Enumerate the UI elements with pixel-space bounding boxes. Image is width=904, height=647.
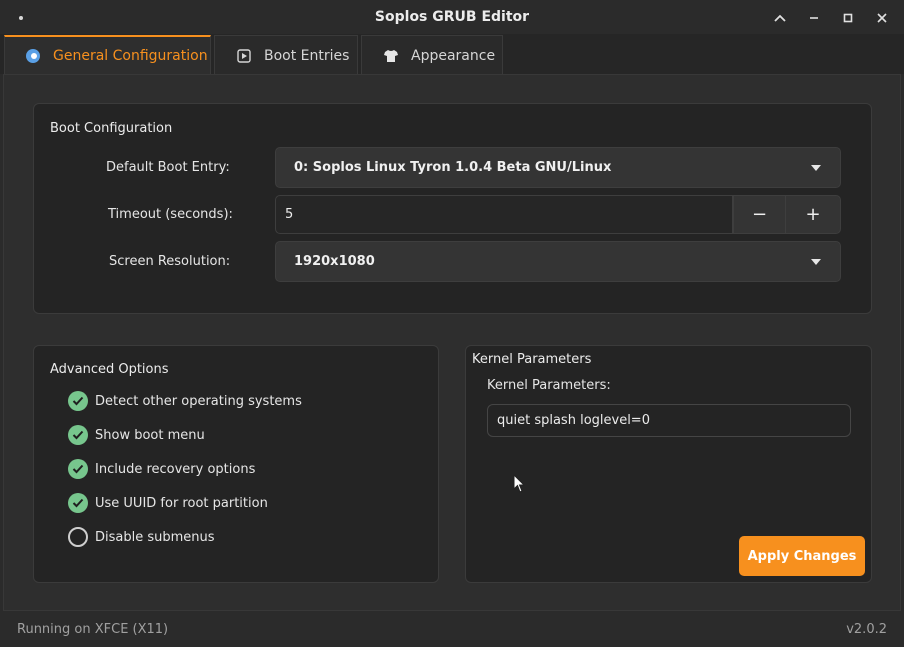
tab-bar: General Configuration Boot Entries Appea… <box>0 34 904 75</box>
timeout-value: 5 <box>285 207 294 222</box>
tab-label: Appearance <box>411 47 496 64</box>
kernel-parameters-input[interactable]: quiet splash loglevel=0 <box>487 404 851 437</box>
checkmark-icon <box>68 459 88 479</box>
chevron-up-icon[interactable] <box>770 8 790 28</box>
apply-changes-button[interactable]: Apply Changes <box>739 536 865 576</box>
minus-icon: − <box>751 204 768 225</box>
tab-label: Boot Entries <box>264 47 350 64</box>
check-label: Detect other operating systems <box>95 393 302 409</box>
dropdown-value: 0: Soplos Linux Tyron 1.0.4 Beta GNU/Lin… <box>294 160 612 175</box>
check-label: Show boot menu <box>95 427 205 443</box>
screen-resolution-dropdown[interactable]: 1920x1080 <box>275 241 841 282</box>
title-bar: Soplos GRUB Editor <box>0 0 904 36</box>
checkmark-icon <box>68 391 88 411</box>
screen-resolution-label: Screen Resolution: <box>109 254 231 269</box>
tab-content: Boot Configuration Default Boot Entry: 0… <box>3 74 901 611</box>
shirt-icon <box>383 48 399 64</box>
checkmark-icon <box>68 425 88 445</box>
dropdown-arrow-icon <box>811 258 821 265</box>
status-version: v2.0.2 <box>846 622 887 637</box>
toggle-icon <box>25 48 41 64</box>
plus-icon: + <box>805 204 821 225</box>
check-label: Include recovery options <box>95 461 256 477</box>
status-bar: Running on XFCE (X11) v2.0.2 <box>0 611 904 647</box>
timeout-input[interactable]: 5 <box>275 195 733 234</box>
tab-boot-entries[interactable]: Boot Entries <box>214 35 358 75</box>
tab-label: General Configuration <box>53 48 208 64</box>
unchecked-circle-icon <box>68 527 88 547</box>
tab-appearance[interactable]: Appearance <box>361 35 503 75</box>
timeout-decrement-button[interactable]: − <box>733 195 786 234</box>
dropdown-arrow-icon <box>811 164 821 171</box>
default-boot-entry-label: Default Boot Entry: <box>106 160 230 175</box>
button-label: Apply Changes <box>747 548 857 564</box>
panel-title: Boot Configuration <box>50 121 173 136</box>
boot-configuration-panel: Boot Configuration Default Boot Entry: 0… <box>33 103 872 314</box>
panel-title: Kernel Parameters <box>472 352 592 367</box>
timeout-increment-button[interactable]: + <box>785 195 841 234</box>
tab-general-configuration[interactable]: General Configuration <box>4 35 211 75</box>
check-show-boot-menu[interactable]: Show boot menu <box>68 424 205 446</box>
status-session: Running on XFCE (X11) <box>17 622 169 637</box>
window-title: Soplos GRUB Editor <box>374 9 530 25</box>
check-include-recovery[interactable]: Include recovery options <box>68 458 255 480</box>
dropdown-value: 1920x1080 <box>294 254 375 269</box>
check-disable-submenus[interactable]: Disable submenus <box>68 526 215 548</box>
check-label: Disable submenus <box>95 529 215 545</box>
panel-title: Advanced Options <box>50 362 169 377</box>
default-boot-entry-dropdown[interactable]: 0: Soplos Linux Tyron 1.0.4 Beta GNU/Lin… <box>275 147 841 188</box>
minimize-icon[interactable] <box>804 8 824 28</box>
close-icon[interactable] <box>872 8 892 28</box>
advanced-options-panel: Advanced Options Detect other operating … <box>33 345 439 583</box>
kernel-parameters-panel: Kernel Parameters Kernel Parameters: qui… <box>465 345 872 583</box>
mouse-cursor-icon <box>513 473 526 498</box>
checkmark-icon <box>68 493 88 513</box>
play-box-icon <box>236 48 252 64</box>
check-use-uuid[interactable]: Use UUID for root partition <box>68 492 268 514</box>
timeout-label: Timeout (seconds): <box>108 207 233 222</box>
check-label: Use UUID for root partition <box>95 495 268 511</box>
kernel-parameters-value: quiet splash loglevel=0 <box>497 413 650 428</box>
kernel-parameters-label: Kernel Parameters: <box>487 378 611 393</box>
maximize-icon[interactable] <box>838 8 858 28</box>
check-detect-os[interactable]: Detect other operating systems <box>68 390 302 412</box>
